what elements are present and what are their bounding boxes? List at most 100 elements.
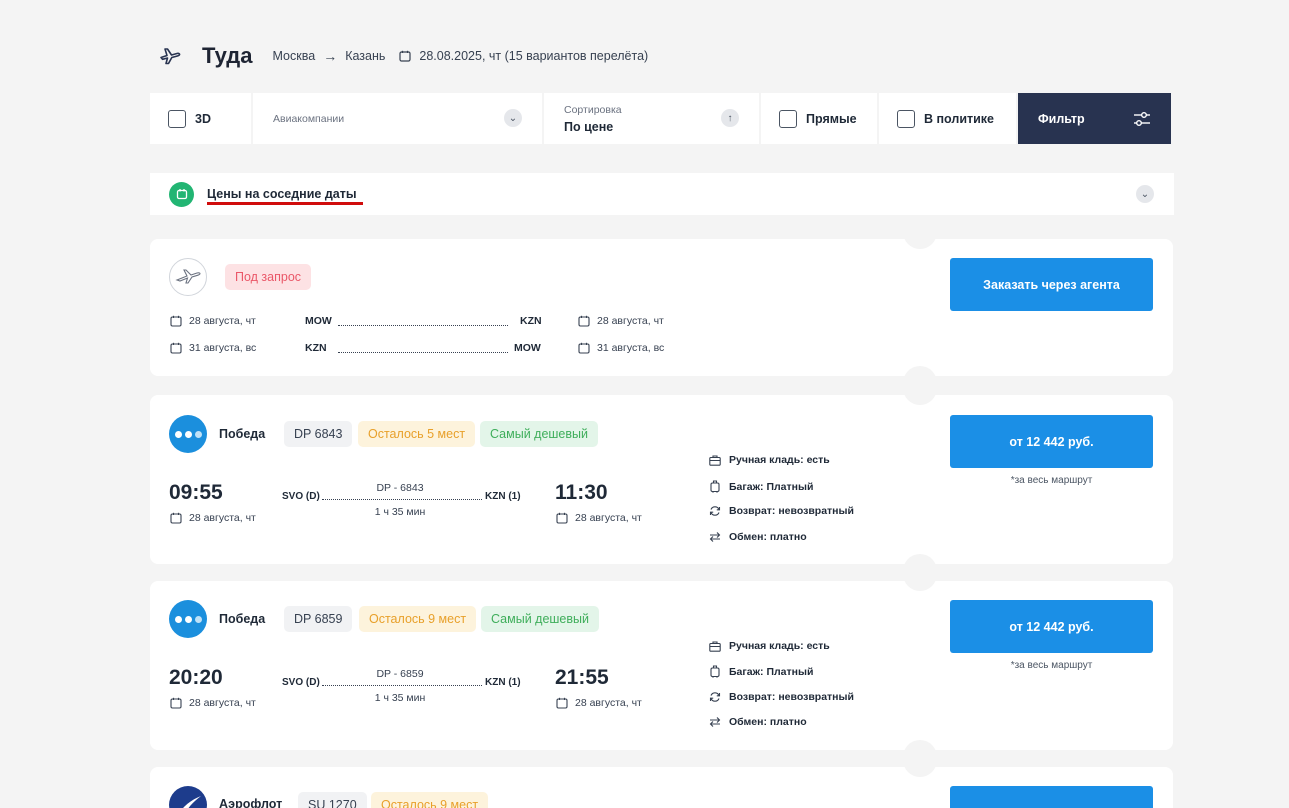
exchange-icon [709, 532, 721, 542]
flight-number-badge: SU 1270 [298, 792, 367, 808]
page-title: Туда [202, 43, 253, 68]
checkbox-in-policy[interactable] [897, 109, 915, 128]
airplane-icon [175, 269, 201, 284]
departure-airport: SVO (D) [282, 677, 320, 688]
briefcase-icon [709, 454, 721, 466]
info-text: Возврат: невозвратный [729, 505, 854, 517]
calendar-icon [170, 315, 182, 327]
seats-left-badge: Осталось 9 мест [371, 792, 489, 808]
filter-in-policy[interactable]: В политике [879, 93, 1016, 144]
nearby-dates-panel[interactable]: Цены на соседние даты ⌄ [150, 173, 1174, 215]
info-text: Обмен: платно [729, 531, 807, 543]
card-notch [903, 573, 937, 591]
info-text: Ручная кладь: есть [729, 454, 830, 466]
seats-left-badge: Осталось 9 мест [359, 606, 477, 632]
calendar-icon [170, 512, 182, 524]
airlines-select[interactable]: Авиакомпании ⌄ [253, 93, 542, 144]
departure-date: 28 августа, чт [170, 512, 256, 524]
on-request-badge: Под запрос [225, 264, 312, 290]
info-text: Обмен: платно [729, 716, 807, 728]
checkbox-3d[interactable] [168, 109, 186, 128]
arrival-date: 28 августа, чт [556, 512, 642, 524]
filter-3d[interactable]: 3D [150, 93, 251, 144]
date-text: 28 августа, чт [189, 512, 256, 524]
leg-1-to: KZN [520, 315, 542, 327]
route-dots [338, 352, 508, 353]
leg-date: 31 августа, вс [597, 342, 665, 354]
flight-number-badge: DP 6843 [284, 421, 353, 447]
airline-name: Победа [219, 427, 266, 441]
flight-card: Победа DP 6859 Осталось 9 мест Самый деш… [150, 573, 1173, 758]
chevron-down-icon[interactable]: ⌄ [1136, 185, 1154, 203]
calendar-icon [556, 512, 568, 524]
arrow-up-icon[interactable]: ↑ [721, 109, 739, 127]
sort-select[interactable]: Сортировка По цене ↑ [544, 93, 759, 144]
chevron-down-icon[interactable]: ⌄ [504, 109, 522, 127]
exchange-info: Обмен: платно [709, 531, 807, 543]
pobeda-logo [169, 600, 207, 638]
card-notch [903, 387, 937, 405]
price-button[interactable] [950, 786, 1153, 808]
date-text: 28 августа, чт [575, 512, 642, 524]
leg-date: 28 августа, чт [189, 315, 256, 327]
flight-card: Победа DP 6843 Осталось 5 мест Самый деш… [150, 387, 1173, 572]
airline-name: Победа [219, 612, 266, 626]
refresh-icon [709, 506, 721, 516]
hand-luggage-info: Ручная кладь: есть [709, 454, 830, 466]
departure-time: 09:55 [169, 481, 223, 504]
suitcase-icon [710, 480, 720, 493]
card-notch [903, 740, 937, 758]
order-via-agent-button[interactable]: Заказать через агента [950, 258, 1153, 311]
card-notch [903, 759, 937, 777]
leg-to-code: KZN [520, 315, 542, 327]
route-dots [322, 685, 482, 686]
departure-airport: SVO (D) [282, 491, 320, 502]
arrival-airport: KZN (1) [485, 491, 521, 502]
date-text: 28 августа, чт [189, 697, 256, 709]
route-date: 28.08.2025, чт (15 вариантов перелёта) [419, 49, 649, 63]
price-note: *за весь маршрут [1010, 660, 1093, 671]
price-button[interactable]: от 12 442 руб. [950, 600, 1153, 653]
exchange-info: Обмен: платно [709, 716, 807, 728]
calendar-icon [578, 315, 590, 327]
filter-button[interactable]: Фильтр [1018, 93, 1171, 144]
leg-from-code: MOW [305, 315, 332, 327]
departure-time: 20:20 [169, 666, 223, 689]
route-dots [322, 499, 482, 500]
filter-in-policy-label: В политике [924, 111, 995, 126]
baggage-info: Багаж: Платный [709, 480, 813, 493]
refund-info: Возврат: невозвратный [709, 691, 854, 703]
arrival-date: 28 августа, чт [556, 697, 642, 709]
route-info: Москва → Казань 28.08.2025, чт (15 вариа… [273, 48, 649, 64]
baggage-info: Багаж: Платный [709, 665, 813, 678]
nearby-dates-label[interactable]: Цены на соседние даты [207, 187, 357, 201]
sliders-icon [1134, 111, 1150, 126]
filter-direct[interactable]: Прямые [761, 93, 877, 144]
filter-button-label: Фильтр [1038, 111, 1085, 126]
leg-date: 31 августа, вс [189, 342, 257, 354]
leg-1-dep-date: 28 августа, чт [170, 315, 256, 327]
airplane-icon [160, 48, 181, 65]
info-text: Багаж: Платный [729, 480, 814, 493]
cheapest-badge: Самый дешевый [480, 421, 598, 447]
cheapest-badge: Самый дешевый [481, 606, 599, 632]
flight-duration: 1 ч 35 мин [374, 692, 426, 704]
info-text: Ручная кладь: есть [729, 640, 830, 652]
exchange-icon [709, 717, 721, 727]
arrival-time: 21:55 [555, 666, 609, 689]
filter-direct-label: Прямые [806, 111, 857, 126]
calendar-icon [556, 697, 568, 709]
airline-logo-placeholder [169, 258, 207, 296]
sort-value: По цене [564, 119, 614, 134]
route-dots [338, 325, 508, 326]
calendar-icon [170, 697, 182, 709]
info-text: Багаж: Платный [729, 665, 814, 678]
calendar-icon [170, 342, 182, 354]
price-button[interactable]: от 12 442 руб. [950, 415, 1153, 468]
leg-from-code: KZN [305, 342, 327, 354]
aeroflot-logo [169, 786, 207, 808]
airline-name: Аэрофлот [219, 797, 283, 808]
checkbox-direct[interactable] [779, 109, 797, 128]
date-text: 28 августа, чт [575, 697, 642, 709]
price-note: *за весь маршрут [1010, 475, 1093, 486]
